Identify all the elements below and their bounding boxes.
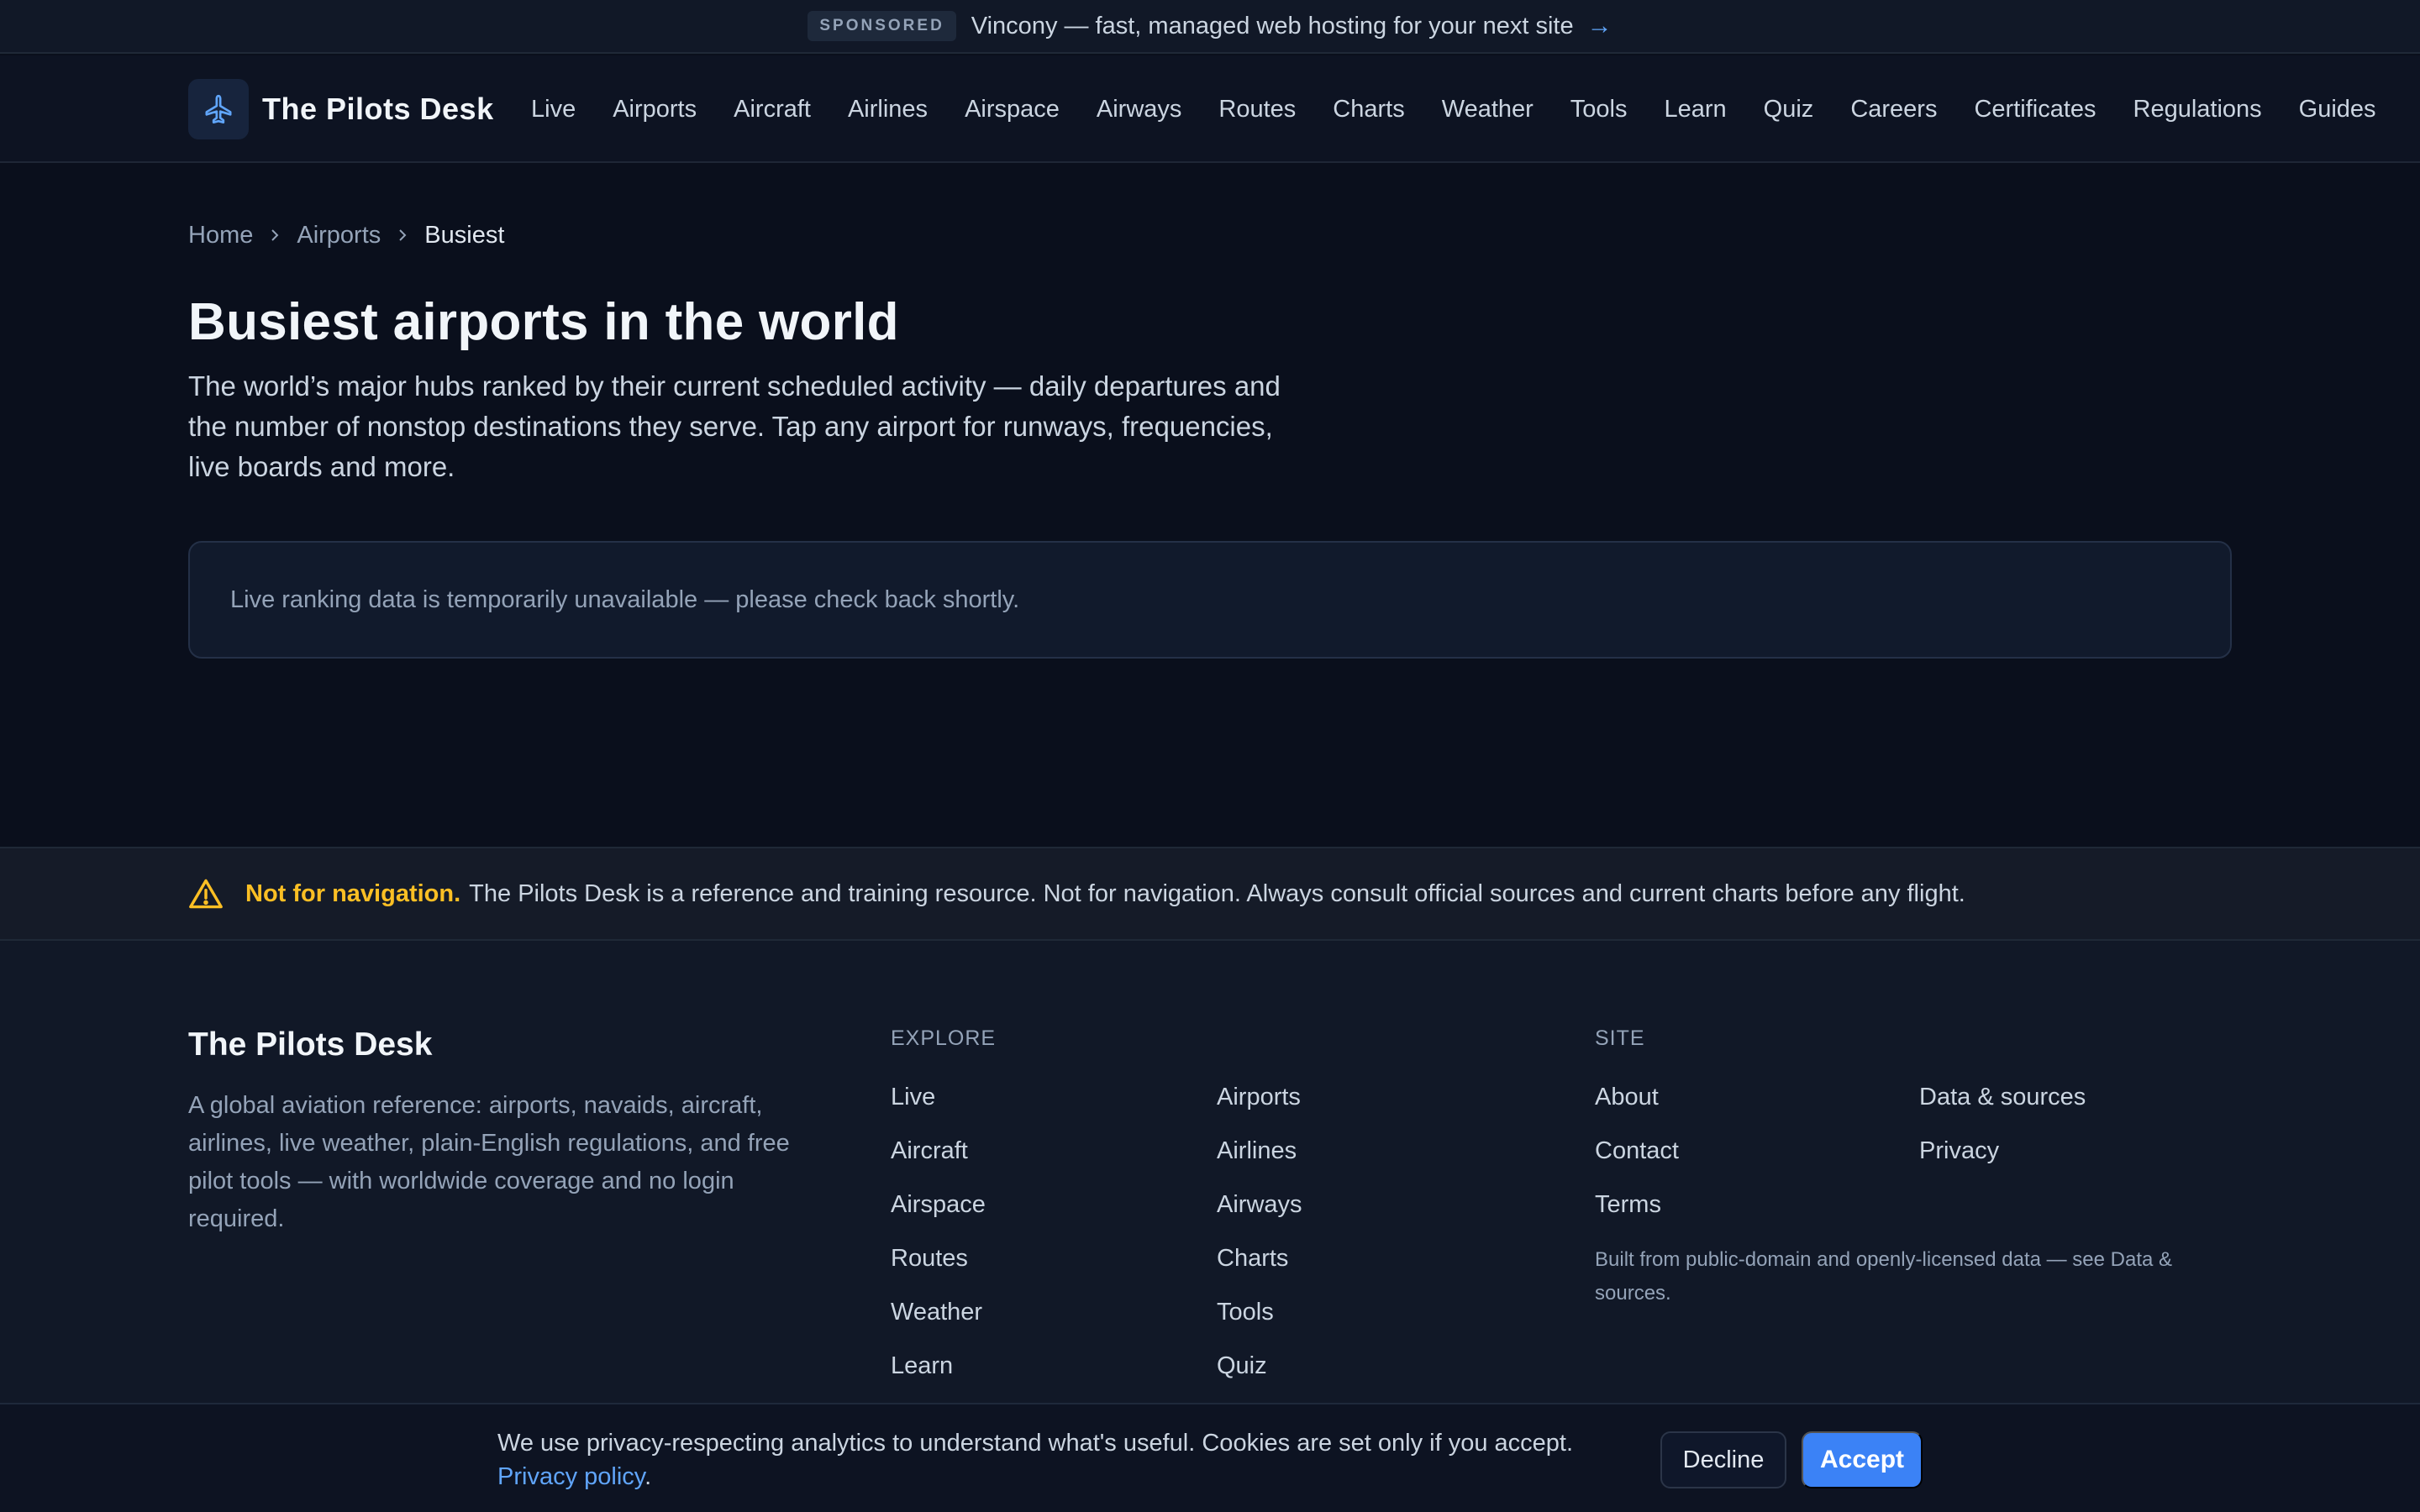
- nav-item-charts[interactable]: Charts: [1333, 96, 1404, 123]
- privacy-policy-link[interactable]: Privacy policy: [497, 1463, 644, 1490]
- footer-link-learn[interactable]: Learn: [891, 1352, 953, 1380]
- footer-link-terms[interactable]: Terms: [1595, 1191, 1661, 1219]
- nav-item-airports[interactable]: Airports: [613, 96, 697, 123]
- footer-link-aircraft[interactable]: Aircraft: [891, 1137, 968, 1165]
- navigation-disclaimer: Not for navigation. The Pilots Desk is a…: [0, 847, 2420, 941]
- page-description: The world’s major hubs ranked by their c…: [188, 370, 1281, 482]
- chevron-right-icon: [394, 227, 411, 244]
- footer-link-airlines[interactable]: Airlines: [1217, 1137, 1297, 1165]
- footer-link-data-sources[interactable]: Data & sources: [1919, 1084, 2086, 1111]
- cookie-link-suffix: .: [644, 1463, 652, 1490]
- footer-link-quiz[interactable]: Quiz: [1217, 1352, 1267, 1380]
- nav-item-airways[interactable]: Airways: [1097, 96, 1182, 123]
- disclaimer-heading: Not for navigation.: [245, 879, 461, 907]
- arrow-right-icon[interactable]: →: [1587, 12, 1612, 40]
- brand-name: The Pilots Desk: [262, 92, 494, 126]
- footer-link-about[interactable]: About: [1595, 1084, 1659, 1111]
- cookie-message: We use privacy-respecting analytics to u…: [497, 1430, 1574, 1457]
- footer-link-airports[interactable]: Airports: [1217, 1084, 1301, 1111]
- nav-item-guides[interactable]: Guides: [2299, 96, 2376, 123]
- nav-item-certificates[interactable]: Certificates: [1974, 96, 2096, 123]
- brand-link[interactable]: The Pilots Desk: [188, 79, 494, 139]
- footer-explore-heading: EXPLORE: [891, 1026, 997, 1050]
- footer-link-charts[interactable]: Charts: [1217, 1245, 1288, 1273]
- cookie-banner: We use privacy-respecting analytics to u…: [0, 1403, 2420, 1512]
- footer-link-airspace[interactable]: Airspace: [891, 1191, 986, 1219]
- footer-link-routes[interactable]: Routes: [891, 1245, 968, 1273]
- footer-about: A global aviation reference: airports, n…: [188, 1092, 790, 1232]
- nav-item-quiz[interactable]: Quiz: [1764, 96, 1814, 123]
- nav-item-tools[interactable]: Tools: [1570, 96, 1628, 123]
- decline-button[interactable]: Decline: [1660, 1431, 1786, 1488]
- notice-text: Live ranking data is temporarily unavail…: [230, 585, 1020, 613]
- nav-item-aircraft[interactable]: Aircraft: [734, 96, 811, 123]
- main-nav: Live Airports Aircraft Airlines Airspace…: [531, 55, 2376, 163]
- footer-link-airways[interactable]: Airways: [1217, 1191, 1302, 1219]
- footer-link-weather[interactable]: Weather: [891, 1299, 982, 1326]
- footer-site-heading: SITE: [1595, 1026, 1645, 1050]
- cookie-text: We use privacy-respecting analytics to u…: [497, 1426, 1657, 1494]
- site-header: The Pilots Desk Live Airports Aircraft A…: [0, 55, 2420, 163]
- nav-item-live[interactable]: Live: [531, 96, 576, 123]
- nav-item-airlines[interactable]: Airlines: [848, 96, 928, 123]
- nav-item-regulations[interactable]: Regulations: [2133, 96, 2262, 123]
- nav-item-learn[interactable]: Learn: [1665, 96, 1727, 123]
- breadcrumb-airports[interactable]: Airports: [297, 222, 381, 249]
- warning-icon: [188, 878, 224, 910]
- airplane-icon: [188, 79, 249, 139]
- sponsored-text[interactable]: Vincony — fast, managed web hosting for …: [971, 13, 1574, 40]
- nav-item-careers[interactable]: Careers: [1850, 96, 1937, 123]
- breadcrumb-home[interactable]: Home: [188, 222, 253, 249]
- footer-brand: The Pilots Desk: [188, 1026, 433, 1063]
- page-title: Busiest airports in the world: [188, 293, 899, 351]
- footer-link-live[interactable]: Live: [891, 1084, 935, 1111]
- nav-item-airspace[interactable]: Airspace: [965, 96, 1060, 123]
- breadcrumb-current: Busiest: [424, 221, 505, 249]
- sponsored-badge: SPONSORED: [808, 11, 956, 41]
- nav-item-weather[interactable]: Weather: [1442, 96, 1534, 123]
- disclaimer-text: The Pilots Desk is a reference and train…: [469, 879, 1965, 907]
- nav-item-routes[interactable]: Routes: [1218, 96, 1296, 123]
- chevron-right-icon: [266, 227, 283, 244]
- breadcrumb: Home Airports Busiest: [188, 220, 504, 250]
- footer-link-contact[interactable]: Contact: [1595, 1137, 1679, 1165]
- sponsored-banner[interactable]: SPONSORED Vincony — fast, managed web ho…: [0, 0, 2420, 54]
- accept-button[interactable]: Accept: [1802, 1431, 1923, 1488]
- footer-link-privacy[interactable]: Privacy: [1919, 1137, 1999, 1165]
- footer-link-tools[interactable]: Tools: [1217, 1299, 1274, 1326]
- footer-data-note: Built from public-domain and openly-lice…: [1595, 1248, 2173, 1305]
- ranking-unavailable-notice: Live ranking data is temporarily unavail…: [188, 541, 2232, 659]
